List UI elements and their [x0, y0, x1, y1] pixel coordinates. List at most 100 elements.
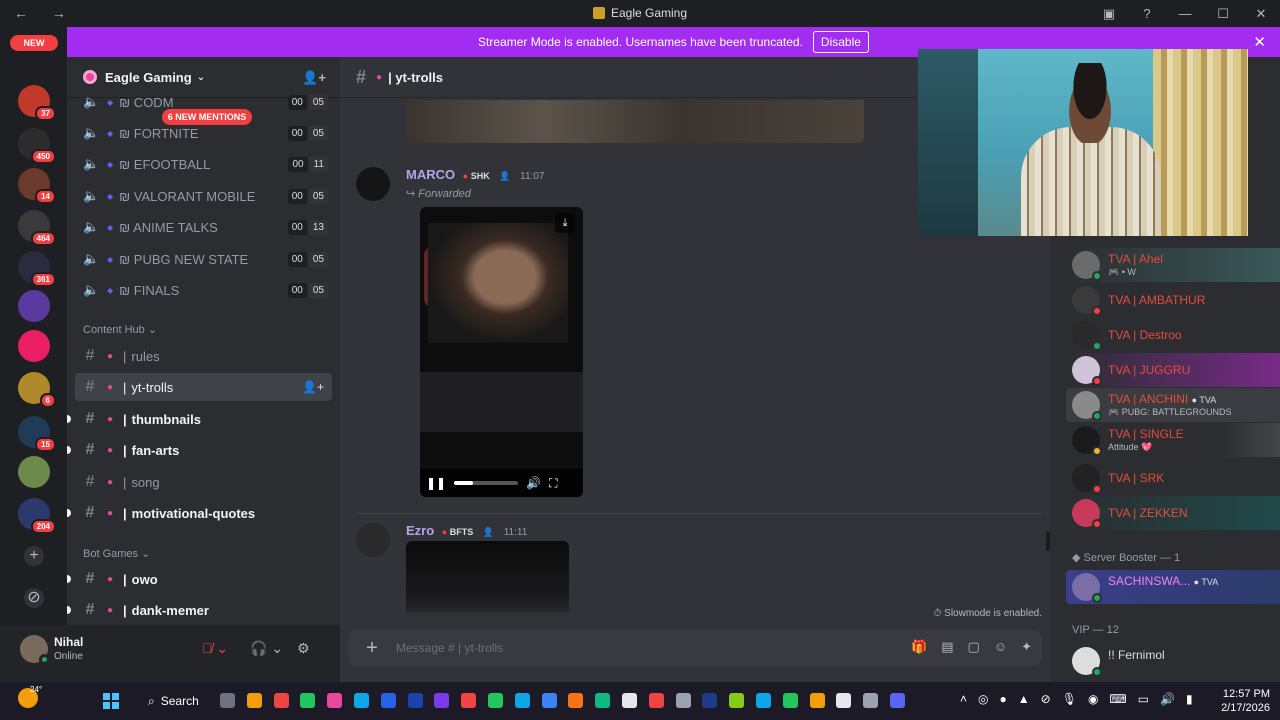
tray-app-icon[interactable]: ⊘: [1041, 692, 1051, 706]
gift-icon[interactable]: 🎁: [911, 639, 927, 655]
server-icon[interactable]: 14: [18, 168, 56, 204]
pause-icon[interactable]: ❚❚: [426, 476, 446, 490]
channel-owo[interactable]: # ● | owo: [67, 565, 332, 593]
taskbar-app-icon[interactable]: [648, 693, 664, 708]
member-row[interactable]: TVA | SRK: [1066, 461, 1276, 495]
member-row[interactable]: TVA | Destroo: [1066, 318, 1276, 352]
channel-fan-arts[interactable]: # ● | fan-arts: [67, 436, 332, 464]
download-icon[interactable]: ⤓: [555, 213, 575, 233]
voice-channel[interactable]: 🔈 ◆ ₪ EFOOTBALL 00 11: [83, 154, 328, 174]
channel-motivational-quotes[interactable]: # ● | motivational-quotes: [67, 499, 332, 527]
battery-icon[interactable]: ▮: [1186, 692, 1193, 706]
video-attachment[interactable]: ⤓ ❚❚ 🔊 ⛶: [420, 207, 583, 497]
taskbar-app-icon[interactable]: [836, 693, 852, 708]
category-bot-games[interactable]: Bot Games ⌄: [83, 547, 150, 560]
previous-attachment-image[interactable]: [406, 100, 864, 143]
settings-gear-icon[interactable]: ⚙: [297, 640, 310, 657]
server-icon[interactable]: 450: [18, 128, 56, 164]
channel-yt-trolls[interactable]: # ● | yt-trolls 👤+: [75, 373, 332, 401]
voice-channel[interactable]: 🔈 ◆ ₪ FORTNITE 00 05: [83, 123, 328, 143]
server-icon[interactable]: 37: [18, 85, 56, 121]
fullscreen-icon[interactable]: ⛶: [549, 476, 557, 491]
taskbar-app-icon[interactable]: [380, 693, 396, 708]
author-name[interactable]: Ezro: [406, 523, 434, 538]
taskbar-app-icon[interactable]: [354, 693, 369, 708]
taskbar-app-icon[interactable]: [809, 693, 825, 708]
taskbar-app-icon[interactable]: [273, 693, 289, 708]
avatar[interactable]: [20, 635, 50, 665]
tray-app-icon[interactable]: ▲: [1018, 692, 1030, 706]
message-input[interactable]: Message # | yt-trolls: [396, 641, 503, 655]
new-mentions-badge[interactable]: 6 NEW MENTIONS: [162, 109, 252, 125]
mute-mic-icon[interactable]: 🎙̸ ⌄: [202, 640, 228, 657]
member-row-booster[interactable]: SACHINSWA... ● TVA: [1066, 570, 1280, 604]
maximize-icon[interactable]: ☐: [1204, 6, 1242, 22]
video-progress[interactable]: [454, 481, 519, 485]
server-icon[interactable]: 464: [18, 210, 56, 246]
taskbar-app-icon[interactable]: [568, 693, 584, 708]
member-row[interactable]: TVA | Ahel 🎮 • W: [1066, 248, 1280, 282]
author-name[interactable]: MARCO: [406, 167, 455, 182]
author-avatar[interactable]: [356, 167, 390, 201]
clock[interactable]: 12:57 PM 2/17/2026: [1221, 687, 1270, 715]
add-attachment-icon[interactable]: +: [348, 637, 396, 660]
apps-icon[interactable]: ✦: [1021, 639, 1032, 655]
member-row[interactable]: TVA | SINGLE Attitude 💖: [1066, 423, 1280, 457]
taskbar-app-icon[interactable]: [863, 693, 879, 708]
disable-button[interactable]: Disable: [812, 31, 869, 53]
channel-dank-memer[interactable]: # ● | dank-memer: [67, 596, 332, 624]
channel-rules[interactable]: # ● | rules: [75, 342, 332, 370]
emoji-icon[interactable]: ☺: [994, 639, 1007, 655]
taskbar-app-icon[interactable]: [702, 693, 718, 708]
mic-icon[interactable]: 🎙: [1062, 692, 1077, 706]
gif-icon[interactable]: ▤: [941, 639, 953, 655]
channel-thumbnails[interactable]: # ● | thumbnails: [67, 405, 332, 433]
member-row[interactable]: TVA | ANCHINI ● TVA 🎮 PUBG: BATTLEGROUNDS: [1066, 388, 1280, 422]
inbox-icon[interactable]: ▣: [1090, 6, 1128, 22]
image-attachment[interactable]: [406, 541, 569, 613]
invite-icon[interactable]: 👤+: [302, 380, 324, 394]
voice-channel[interactable]: 🔈 ◆ ₪ PUBG NEW STATE 00 05: [83, 249, 328, 269]
search-button[interactable]: ⌕ Search: [140, 689, 207, 713]
category-content-hub[interactable]: Content Hub ⌄: [83, 323, 157, 336]
volume-icon[interactable]: 🔊: [1160, 692, 1175, 706]
taskbar-app-icon[interactable]: [488, 693, 503, 708]
taskbar-app-icon[interactable]: [541, 693, 557, 708]
taskbar-app-icon[interactable]: [890, 693, 905, 708]
headset-icon[interactable]: 🎧 ⌄: [250, 640, 283, 657]
member-row[interactable]: TVA | JUGGRU: [1066, 353, 1280, 387]
author-avatar[interactable]: [356, 523, 390, 557]
tray-app-icon[interactable]: ●: [1000, 692, 1007, 706]
tray-app-icon[interactable]: ◎: [978, 692, 988, 706]
close-icon[interactable]: ✕: [1253, 33, 1266, 51]
taskbar-app-icon[interactable]: [514, 693, 530, 708]
network-icon[interactable]: ▭: [1138, 692, 1149, 706]
member-row-vip[interactable]: !! Fernimol: [1066, 644, 1276, 678]
server-icon[interactable]: [18, 330, 50, 362]
channel-song[interactable]: # ● | song: [75, 468, 332, 496]
taskbar-app-icon[interactable]: [407, 693, 423, 708]
keyboard-icon[interactable]: ⌨: [1109, 692, 1126, 706]
voice-channel[interactable]: 🔈 ◆ ₪ VALORANT MOBILE 00 05: [83, 186, 328, 206]
server-icon[interactable]: [18, 456, 50, 488]
taskbar-app-icon[interactable]: [595, 693, 611, 708]
server-icon[interactable]: [18, 290, 50, 322]
close-window-icon[interactable]: ✕: [1242, 6, 1280, 22]
taskbar-app-icon[interactable]: [246, 693, 262, 708]
member-row[interactable]: TVA | AMBATHUR: [1066, 283, 1276, 317]
location-icon[interactable]: ◉: [1088, 692, 1098, 706]
sticker-icon[interactable]: ▢: [968, 639, 980, 655]
taskbar-app-icon[interactable]: [327, 693, 343, 708]
taskbar-app-icon[interactable]: [220, 693, 235, 708]
server-icon[interactable]: 6: [18, 372, 56, 408]
chevron-up-icon[interactable]: ˄: [960, 692, 967, 706]
server-icon[interactable]: 15: [18, 416, 56, 452]
taskbar-app-icon[interactable]: [675, 693, 691, 708]
discover-icon[interactable]: ⊘: [24, 588, 44, 608]
taskbar-app-icon[interactable]: [300, 693, 316, 708]
voice-channel[interactable]: 🔈 ◆ ₪ ANIME TALKS 00 13: [83, 217, 328, 237]
volume-icon[interactable]: 🔊: [526, 476, 541, 490]
taskbar-app-icon[interactable]: [782, 693, 798, 708]
taskbar-app-icon[interactable]: [756, 693, 771, 708]
taskbar-app-icon[interactable]: [622, 693, 637, 708]
